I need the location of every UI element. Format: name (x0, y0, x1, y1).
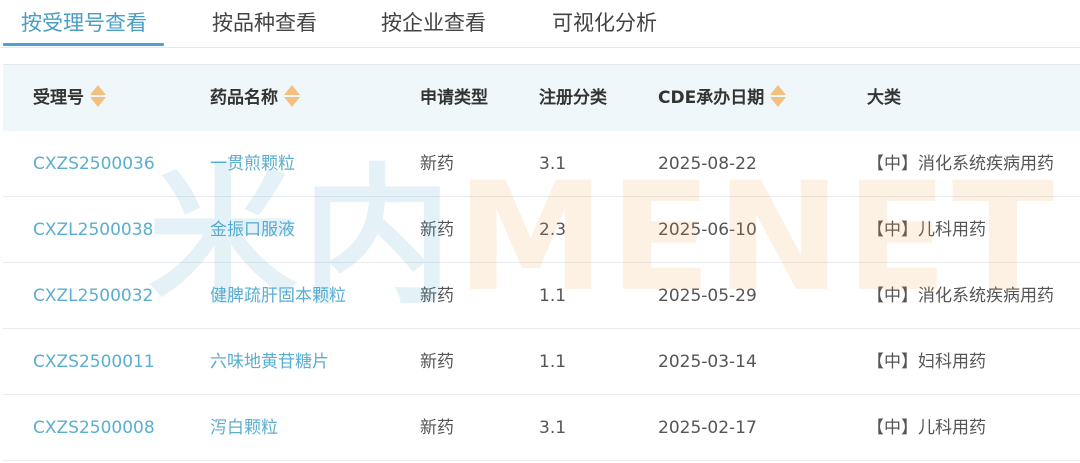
tab-by-variety[interactable]: 按品种查看 (212, 7, 317, 39)
registration-class-cell: 3.1 (539, 154, 567, 174)
table-row: CXZS2500008 泻白颗粒 新药 3.1 2025-02-17 【中】儿科… (3, 395, 1080, 461)
cde-date-cell: 2025-08-22 (658, 154, 757, 174)
column-header-label: CDE承办日期 (658, 88, 765, 108)
application-type-cell: 新药 (420, 220, 454, 240)
sort-caret-icon[interactable] (90, 84, 106, 108)
column-header-drug-name[interactable]: 药品名称 (210, 65, 300, 131)
category-cell: 【中】儿科用药 (867, 418, 986, 438)
table-header: 受理号 药品名称 申请类型 注册分类 CDE承办日期 大类 (3, 65, 1080, 131)
active-tab-indicator (3, 43, 164, 46)
tab-visual-analysis[interactable]: 可视化分析 (552, 7, 657, 39)
drug-name-link[interactable]: 健脾疏肝固本颗粒 (210, 263, 346, 329)
tab-by-acceptance-number[interactable]: 按受理号查看 (21, 7, 147, 39)
cde-date-cell: 2025-06-10 (658, 220, 757, 240)
drug-name-link[interactable]: 一贯煎颗粒 (210, 131, 295, 197)
registration-class-cell: 2.3 (539, 220, 567, 240)
cde-date-cell: 2025-02-17 (658, 418, 757, 438)
category-cell: 【中】消化系统疾病用药 (867, 286, 1054, 306)
drug-name-link[interactable]: 六味地黄苷糖片 (210, 329, 329, 395)
acceptance-number-link[interactable]: CXZS2500008 (33, 395, 155, 461)
column-header-category: 大类 (867, 88, 901, 108)
application-type-cell: 新药 (420, 154, 454, 174)
category-cell: 【中】妇科用药 (867, 352, 986, 372)
sort-caret-icon[interactable] (770, 84, 787, 108)
drug-name-link[interactable]: 泻白颗粒 (210, 395, 278, 461)
column-header-label: 药品名称 (210, 88, 278, 108)
drug-name-link[interactable]: 金振口服液 (210, 197, 295, 263)
application-type-cell: 新药 (420, 286, 454, 306)
cde-date-cell: 2025-05-29 (658, 286, 757, 306)
acceptance-number-link[interactable]: CXZS2500036 (33, 131, 155, 197)
column-header-registration-class: 注册分类 (539, 88, 607, 108)
application-type-cell: 新药 (420, 418, 454, 438)
tab-bar: 按受理号查看 按品种查看 按企业查看 可视化分析 (0, 0, 1080, 48)
table-row: CXZL2500038 金振口服液 新药 2.3 2025-06-10 【中】儿… (3, 197, 1080, 263)
column-header-cde-date[interactable]: CDE承办日期 (658, 65, 787, 131)
acceptance-number-link[interactable]: CXZL2500032 (33, 263, 153, 329)
category-cell: 【中】消化系统疾病用药 (867, 154, 1054, 174)
registration-class-cell: 1.1 (539, 352, 567, 372)
application-type-cell: 新药 (420, 352, 454, 372)
column-header-acceptance-number[interactable]: 受理号 (33, 65, 106, 131)
cde-date-cell: 2025-03-14 (658, 352, 757, 372)
acceptance-number-link[interactable]: CXZL2500038 (33, 197, 153, 263)
registration-class-cell: 1.1 (539, 286, 567, 306)
category-cell: 【中】儿科用药 (867, 220, 986, 240)
table-row: CXZS2500036 一贯煎颗粒 新药 3.1 2025-08-22 【中】消… (3, 131, 1080, 197)
tab-by-company[interactable]: 按企业查看 (381, 7, 486, 39)
registration-class-cell: 3.1 (539, 418, 567, 438)
column-header-application-type: 申请类型 (420, 88, 488, 108)
sort-caret-icon[interactable] (284, 84, 300, 108)
table-row: CXZS2500011 六味地黄苷糖片 新药 1.1 2025-03-14 【中… (3, 329, 1080, 395)
column-header-label: 受理号 (33, 88, 84, 108)
acceptance-number-link[interactable]: CXZS2500011 (33, 329, 155, 395)
page: 按受理号查看 按品种查看 按企业查看 可视化分析 受理号 药品名称 申请类型 注… (0, 0, 1080, 463)
table-row: CXZL2500032 健脾疏肝固本颗粒 新药 1.1 2025-05-29 【… (3, 263, 1080, 329)
data-table: 受理号 药品名称 申请类型 注册分类 CDE承办日期 大类 CXZS250003… (3, 64, 1080, 463)
